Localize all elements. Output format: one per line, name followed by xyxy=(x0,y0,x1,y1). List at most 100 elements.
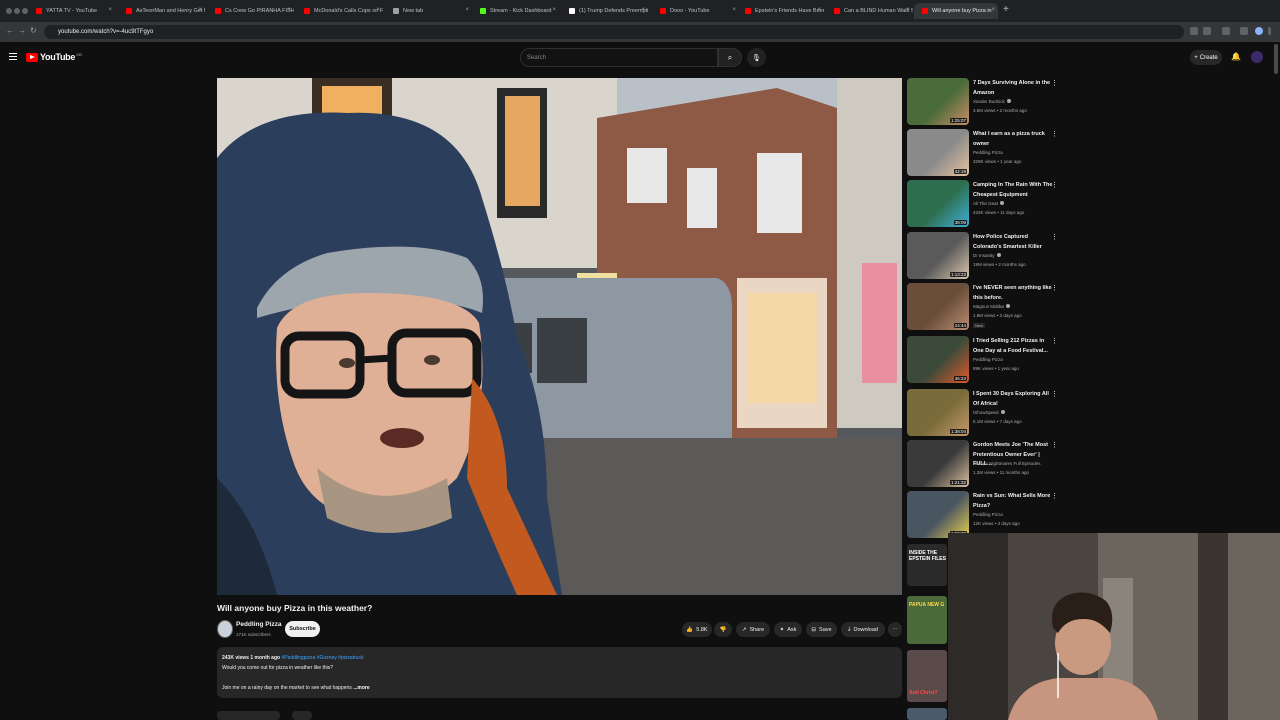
search-button[interactable]: ⌕ xyxy=(718,48,742,67)
recommendation-title[interactable]: Rain vs Sun: What Sells More Pizza? xyxy=(973,492,1053,511)
tab-close-icon[interactable]: × xyxy=(287,7,291,13)
save-button[interactable]: ⊟ Save xyxy=(806,622,837,637)
video-thumbnail[interactable]: 1:13:23 xyxy=(907,232,969,279)
bell-icon[interactable]: 🔔 xyxy=(1231,52,1241,61)
more-vertical-icon[interactable]: ⋮ xyxy=(1051,390,1058,398)
recommendation-item[interactable]: 24:44 I've NEVER seen anything like this … xyxy=(907,283,1067,333)
tab-close-icon[interactable]: × xyxy=(376,7,380,13)
channel-avatar[interactable] xyxy=(217,620,233,638)
recommendation-item[interactable]: 1:38:04 I Spent 30 Days Exploring All Of … xyxy=(907,389,1067,439)
recommendation-channel[interactable]: Ali The Geat xyxy=(973,201,1004,206)
recommendation-title[interactable]: How Police Captured Colorado's Smartest … xyxy=(973,233,1053,252)
tab-close-icon[interactable]: × xyxy=(465,7,469,13)
tab-close-icon[interactable]: × xyxy=(198,7,202,13)
recommendation-title[interactable]: I Tried Selling 212 Pizzas in One Day at… xyxy=(973,337,1053,356)
bookmark-star-icon[interactable] xyxy=(1203,27,1211,35)
back-icon[interactable]: ← xyxy=(6,26,14,35)
browser-tab[interactable]: Dooo - YouTube × xyxy=(652,3,739,19)
new-tab-button[interactable]: + xyxy=(1003,4,1009,15)
browser-tab[interactable]: Epstein's Friends Have Beer × xyxy=(737,3,824,19)
recommendation-channel[interactable]: Dr Insanity xyxy=(973,253,1001,258)
recommendation-title[interactable]: I've NEVER seen anything like this befor… xyxy=(973,284,1053,303)
menu-icon[interactable] xyxy=(9,53,17,62)
video-thumbnail[interactable]: 1:38:04 xyxy=(907,389,969,436)
sidepanel-icon[interactable] xyxy=(1222,27,1230,35)
tab-close-icon[interactable]: × xyxy=(817,7,821,13)
video-player[interactable] xyxy=(217,78,902,595)
recommendation-item[interactable]: 1:25:07 7 Days Surviving Alone in the Ama… xyxy=(907,78,1067,128)
reload-icon[interactable]: ↻ xyxy=(30,26,37,35)
browser-tab[interactable]: Will anyone buy Pizza in × xyxy=(914,3,998,19)
browser-tab[interactable]: (1) Trump Defends Preempti × xyxy=(561,3,648,19)
more-vertical-icon[interactable]: ⋮ xyxy=(1051,441,1058,449)
recommendation-item[interactable]: 38:09 Camping In The Rain With The Cheape… xyxy=(907,180,1067,230)
browser-tab[interactable]: McDonald's Calls Cops on Fl × xyxy=(296,3,383,19)
account-avatar[interactable] xyxy=(1251,51,1263,63)
more-vertical-icon[interactable]: ⋮ xyxy=(1051,130,1058,138)
download-icon[interactable] xyxy=(1240,27,1248,35)
recommendation-channel[interactable]: Peddling Pizza xyxy=(973,357,1003,362)
recommendation-channel[interactable]: IShowSpeed xyxy=(973,410,1005,415)
channel-name[interactable]: Peddling Pizza xyxy=(236,621,282,628)
recommendation-channel[interactable]: Kitchen Nightmares Full Episodes xyxy=(973,461,1041,466)
recommendation-title[interactable]: 7 Days Surviving Alone in the Amazon xyxy=(973,79,1053,98)
more-vertical-icon[interactable]: ⋮ xyxy=(1051,181,1058,189)
browser-tab[interactable]: YATTA TV - YouTube × xyxy=(28,3,115,19)
browser-tab[interactable]: Can a BLIND Human Walk St × xyxy=(826,3,913,19)
video-thumbnail-partial[interactable]: INSIDE THE EPSTEIN FILES xyxy=(907,544,947,586)
profile-icon[interactable] xyxy=(1255,27,1263,35)
extension-icon[interactable] xyxy=(1190,27,1198,35)
tab-close-icon[interactable]: × xyxy=(641,7,645,13)
more-vertical-icon[interactable]: ⋮ xyxy=(1051,233,1058,241)
recommendation-item[interactable]: 1:13:23 How Police Captured Colorado's Sm… xyxy=(907,232,1067,282)
recommendation-title[interactable]: Camping In The Rain With The Cheapest Eq… xyxy=(973,181,1053,200)
voice-search-button[interactable]: 🎙 xyxy=(747,48,766,67)
youtube-logo[interactable]: YouTube GB xyxy=(26,52,82,62)
tab-close-icon[interactable]: × xyxy=(552,7,556,13)
video-thumbnail-partial[interactable]: Anti Christ? xyxy=(907,650,947,702)
browser-tab[interactable]: AsTeonMan and Henry Get In × xyxy=(118,3,205,19)
browser-menu-icon[interactable] xyxy=(1268,27,1271,35)
recommendation-channel[interactable]: Peddling Pizza xyxy=(973,150,1003,155)
more-vertical-icon[interactable]: ⋮ xyxy=(1051,337,1058,345)
tab-close-icon[interactable]: × xyxy=(991,7,995,13)
subscribe-button[interactable]: Subscribe xyxy=(285,621,320,637)
ask-button[interactable]: ✦ Ask xyxy=(774,622,802,637)
video-thumbnail[interactable]: 42:19 xyxy=(907,129,969,176)
more-vertical-icon[interactable]: ⋮ xyxy=(1051,79,1058,87)
browser-tab[interactable]: New tab × xyxy=(385,3,472,19)
more-vertical-icon[interactable]: ⋮ xyxy=(1051,284,1058,292)
show-more-link[interactable]: ...more xyxy=(353,685,369,691)
browser-tab[interactable]: Stream - Kick Dashboard × xyxy=(472,3,559,19)
video-thumbnail[interactable]: 24:44 xyxy=(907,283,969,330)
video-thumbnail[interactable]: 1:21:32 xyxy=(907,440,969,487)
window-close-dot[interactable] xyxy=(6,8,12,14)
recommendation-channel[interactable]: Magnus Midtbø xyxy=(973,304,1011,309)
create-button[interactable]: + Create xyxy=(1190,50,1222,65)
video-thumbnail[interactable]: 38:09 xyxy=(907,180,969,227)
browser-tab[interactable]: Cs Crew Go PIRANHA FISHIN × xyxy=(207,3,294,19)
address-bar[interactable]: youtube.com/watch?v=-4uc9tTFgyo xyxy=(44,25,1184,39)
like-button[interactable]: 👍 5.8K xyxy=(682,622,712,637)
dislike-button[interactable]: 👎 xyxy=(714,622,732,637)
search-input[interactable]: Search xyxy=(520,48,718,67)
video-thumbnail[interactable]: 1:25:07 xyxy=(907,78,969,125)
description-box[interactable]: 243K views 1 month ago #Peddlingpizza #G… xyxy=(217,647,902,698)
more-vertical-icon[interactable]: ⋮ xyxy=(1051,492,1058,500)
video-thumbnail[interactable]: 1:00:00 xyxy=(907,491,969,538)
recommendation-channel[interactable]: Peddling Pizza xyxy=(973,512,1003,517)
video-thumbnail-partial[interactable]: PAPUA NEW G xyxy=(907,596,947,644)
download-button[interactable]: ⤓ Download xyxy=(841,622,885,637)
video-thumbnail[interactable]: 36:23 xyxy=(907,336,969,383)
video-thumbnail-partial[interactable] xyxy=(907,708,947,720)
window-minimize-dot[interactable] xyxy=(14,8,20,14)
share-button[interactable]: ↗ Share xyxy=(736,622,770,637)
recommendation-item[interactable]: 42:19 What I earn as a pizza truck owner P… xyxy=(907,129,1067,179)
forward-icon[interactable]: → xyxy=(18,26,26,35)
recommendation-title[interactable]: I Spent 30 Days Exploring All Of Africa! xyxy=(973,390,1053,409)
tab-close-icon[interactable]: × xyxy=(108,7,112,13)
page-scrollbar[interactable] xyxy=(1274,44,1278,74)
recommendation-item[interactable]: 36:23 I Tried Selling 212 Pizzas in One D… xyxy=(907,336,1067,386)
more-actions-button[interactable]: ⋯ xyxy=(888,622,902,637)
tab-close-icon[interactable]: × xyxy=(906,7,910,13)
